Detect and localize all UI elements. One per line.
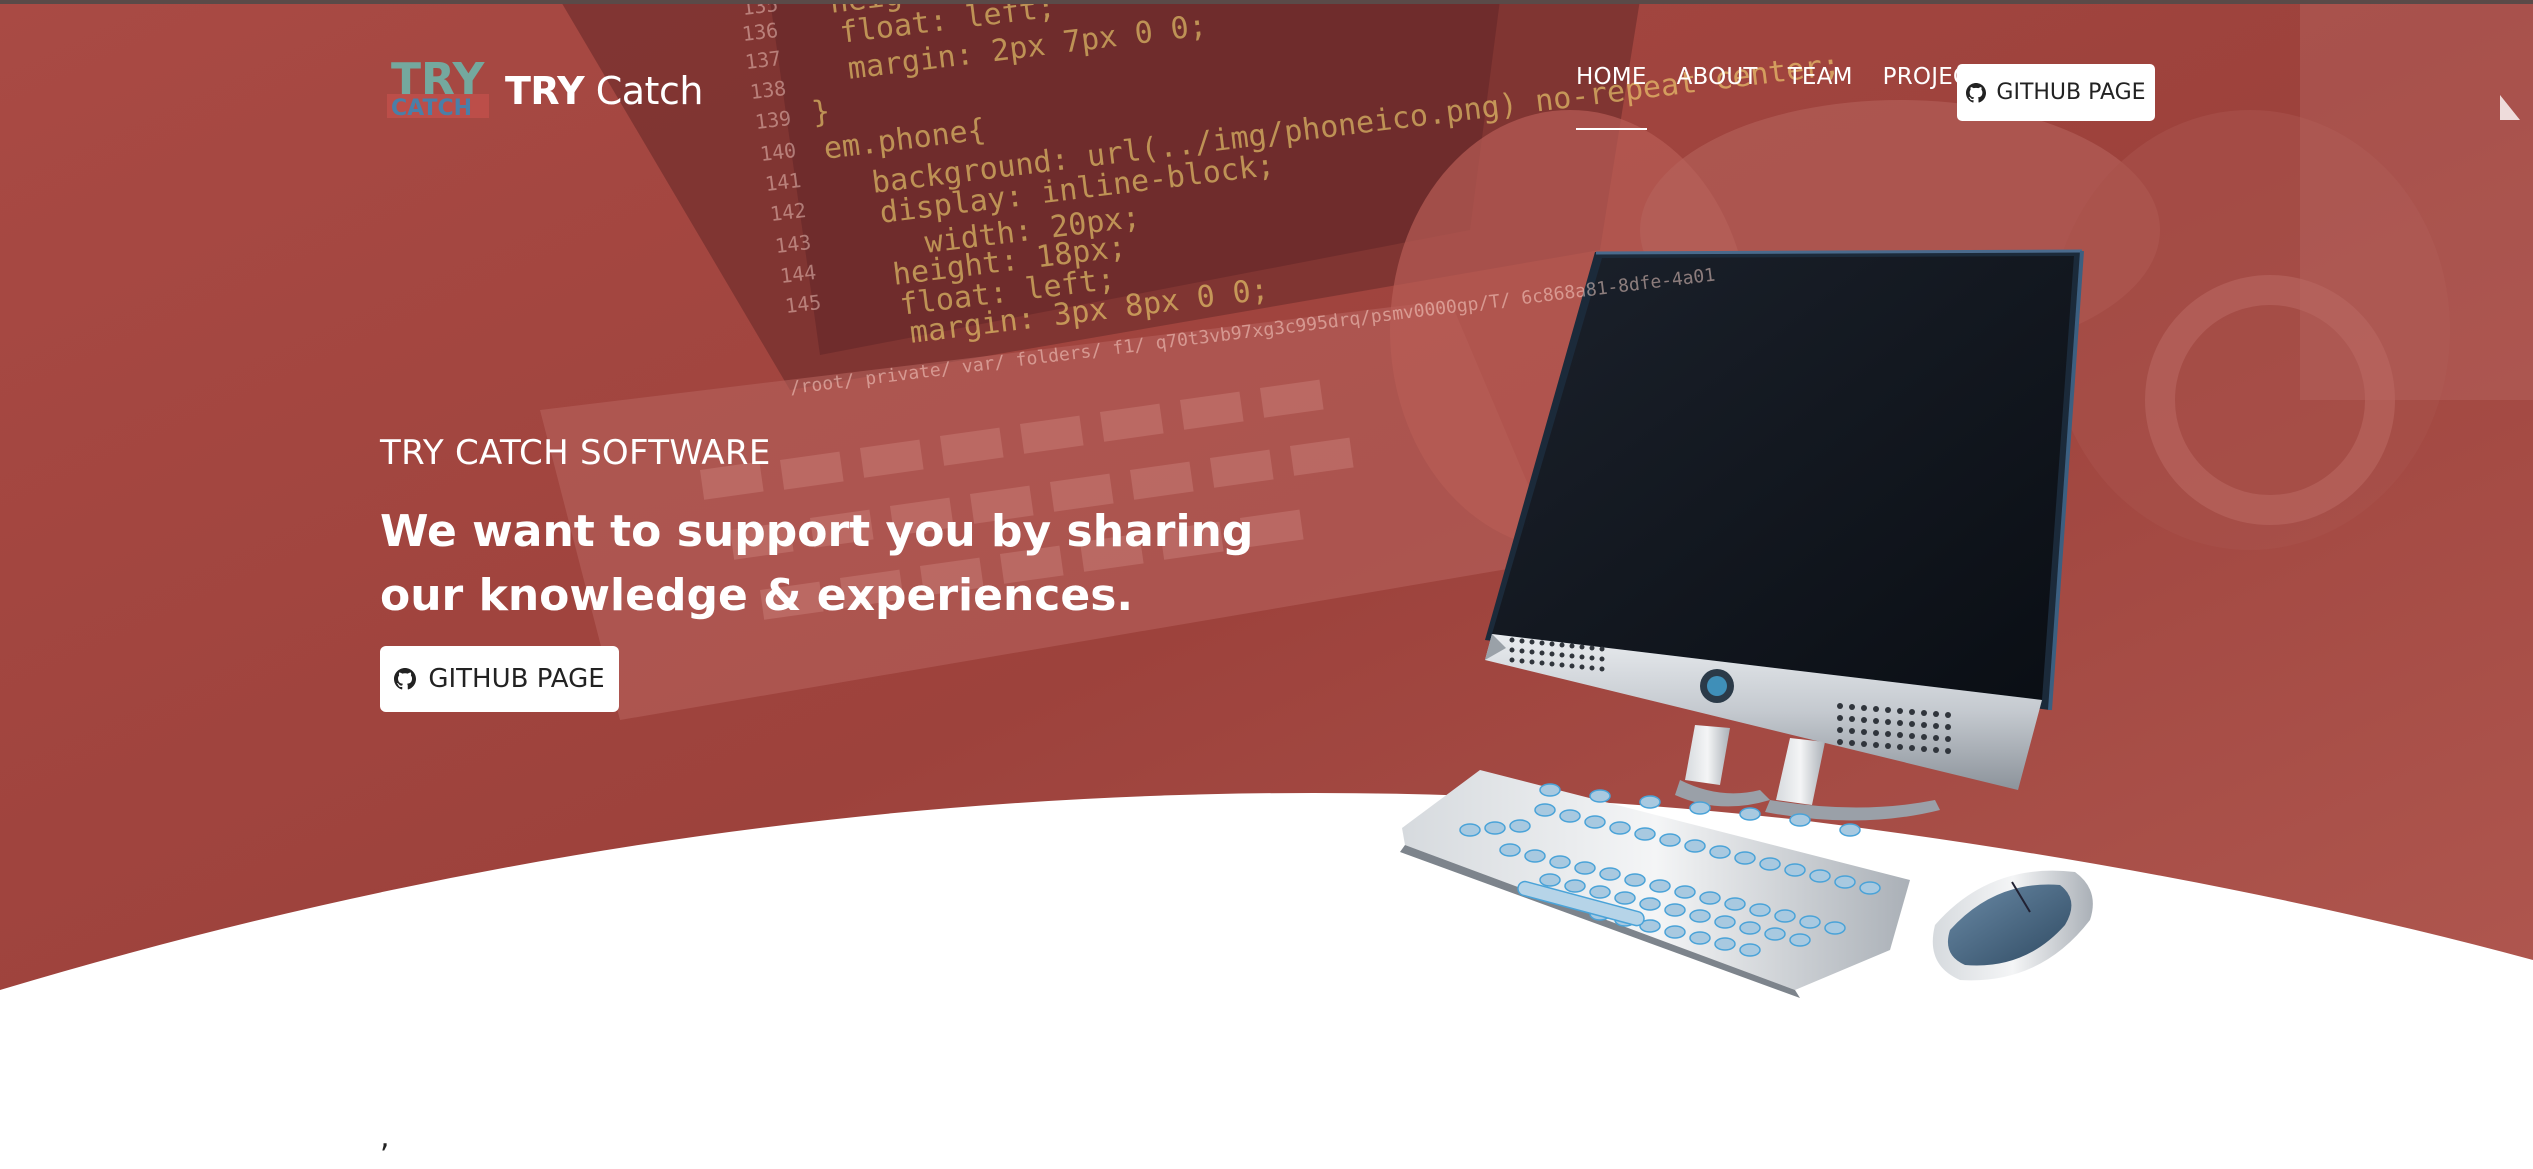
hero-kicker: TRY CATCH SOFTWARE [380, 433, 771, 473]
brand-name: TRY Catch [505, 69, 703, 113]
nav-github-button[interactable]: GITHUB PAGE [1957, 64, 2155, 121]
github-icon [394, 668, 417, 690]
github-icon [1966, 82, 1987, 103]
brand-name-bold: TRY [505, 69, 585, 113]
code-line-number: 138 [748, 75, 788, 105]
code-line-number: 143 [773, 229, 813, 259]
hero-headline-line2: our knowledge & experiences. [380, 570, 1134, 621]
nav-team[interactable]: TEAM [1788, 64, 1853, 90]
code-line-number: 137 [743, 45, 783, 75]
code-line-number: 144 [778, 259, 818, 289]
top-border [0, 0, 2533, 4]
code-line-number: 141 [763, 167, 803, 197]
code-line-number: 145 [783, 289, 823, 319]
logo-catch-text: CATCH [391, 96, 472, 121]
hero-headline: We want to support you by sharing our kn… [380, 500, 1280, 628]
code-line-number: 142 [768, 197, 808, 227]
hero-headline-line1: We want to support you by sharing [380, 506, 1254, 557]
code-line-number: 139 [753, 105, 793, 135]
nav-github-label: GITHUB PAGE [1996, 80, 2146, 105]
nav-home[interactable]: HOME [1576, 64, 1647, 130]
hero-github-button[interactable]: GITHUB PAGE [380, 646, 619, 712]
code-line-number: 136 [740, 17, 780, 47]
section-text-fragment: , [380, 1120, 390, 1155]
page: 135 136 137 138 139 140 141 142 143 144 … [0, 0, 2533, 1169]
hero-github-label: GITHUB PAGE [428, 664, 605, 694]
site-logo[interactable]: TRY CATCH TRY Catch [385, 52, 703, 130]
trycatch-logo-icon: TRY CATCH [387, 54, 489, 121]
code-line-number: 140 [758, 137, 798, 167]
nav-about[interactable]: ABOUT [1677, 64, 1758, 90]
brand-name-light: Catch [595, 69, 704, 113]
